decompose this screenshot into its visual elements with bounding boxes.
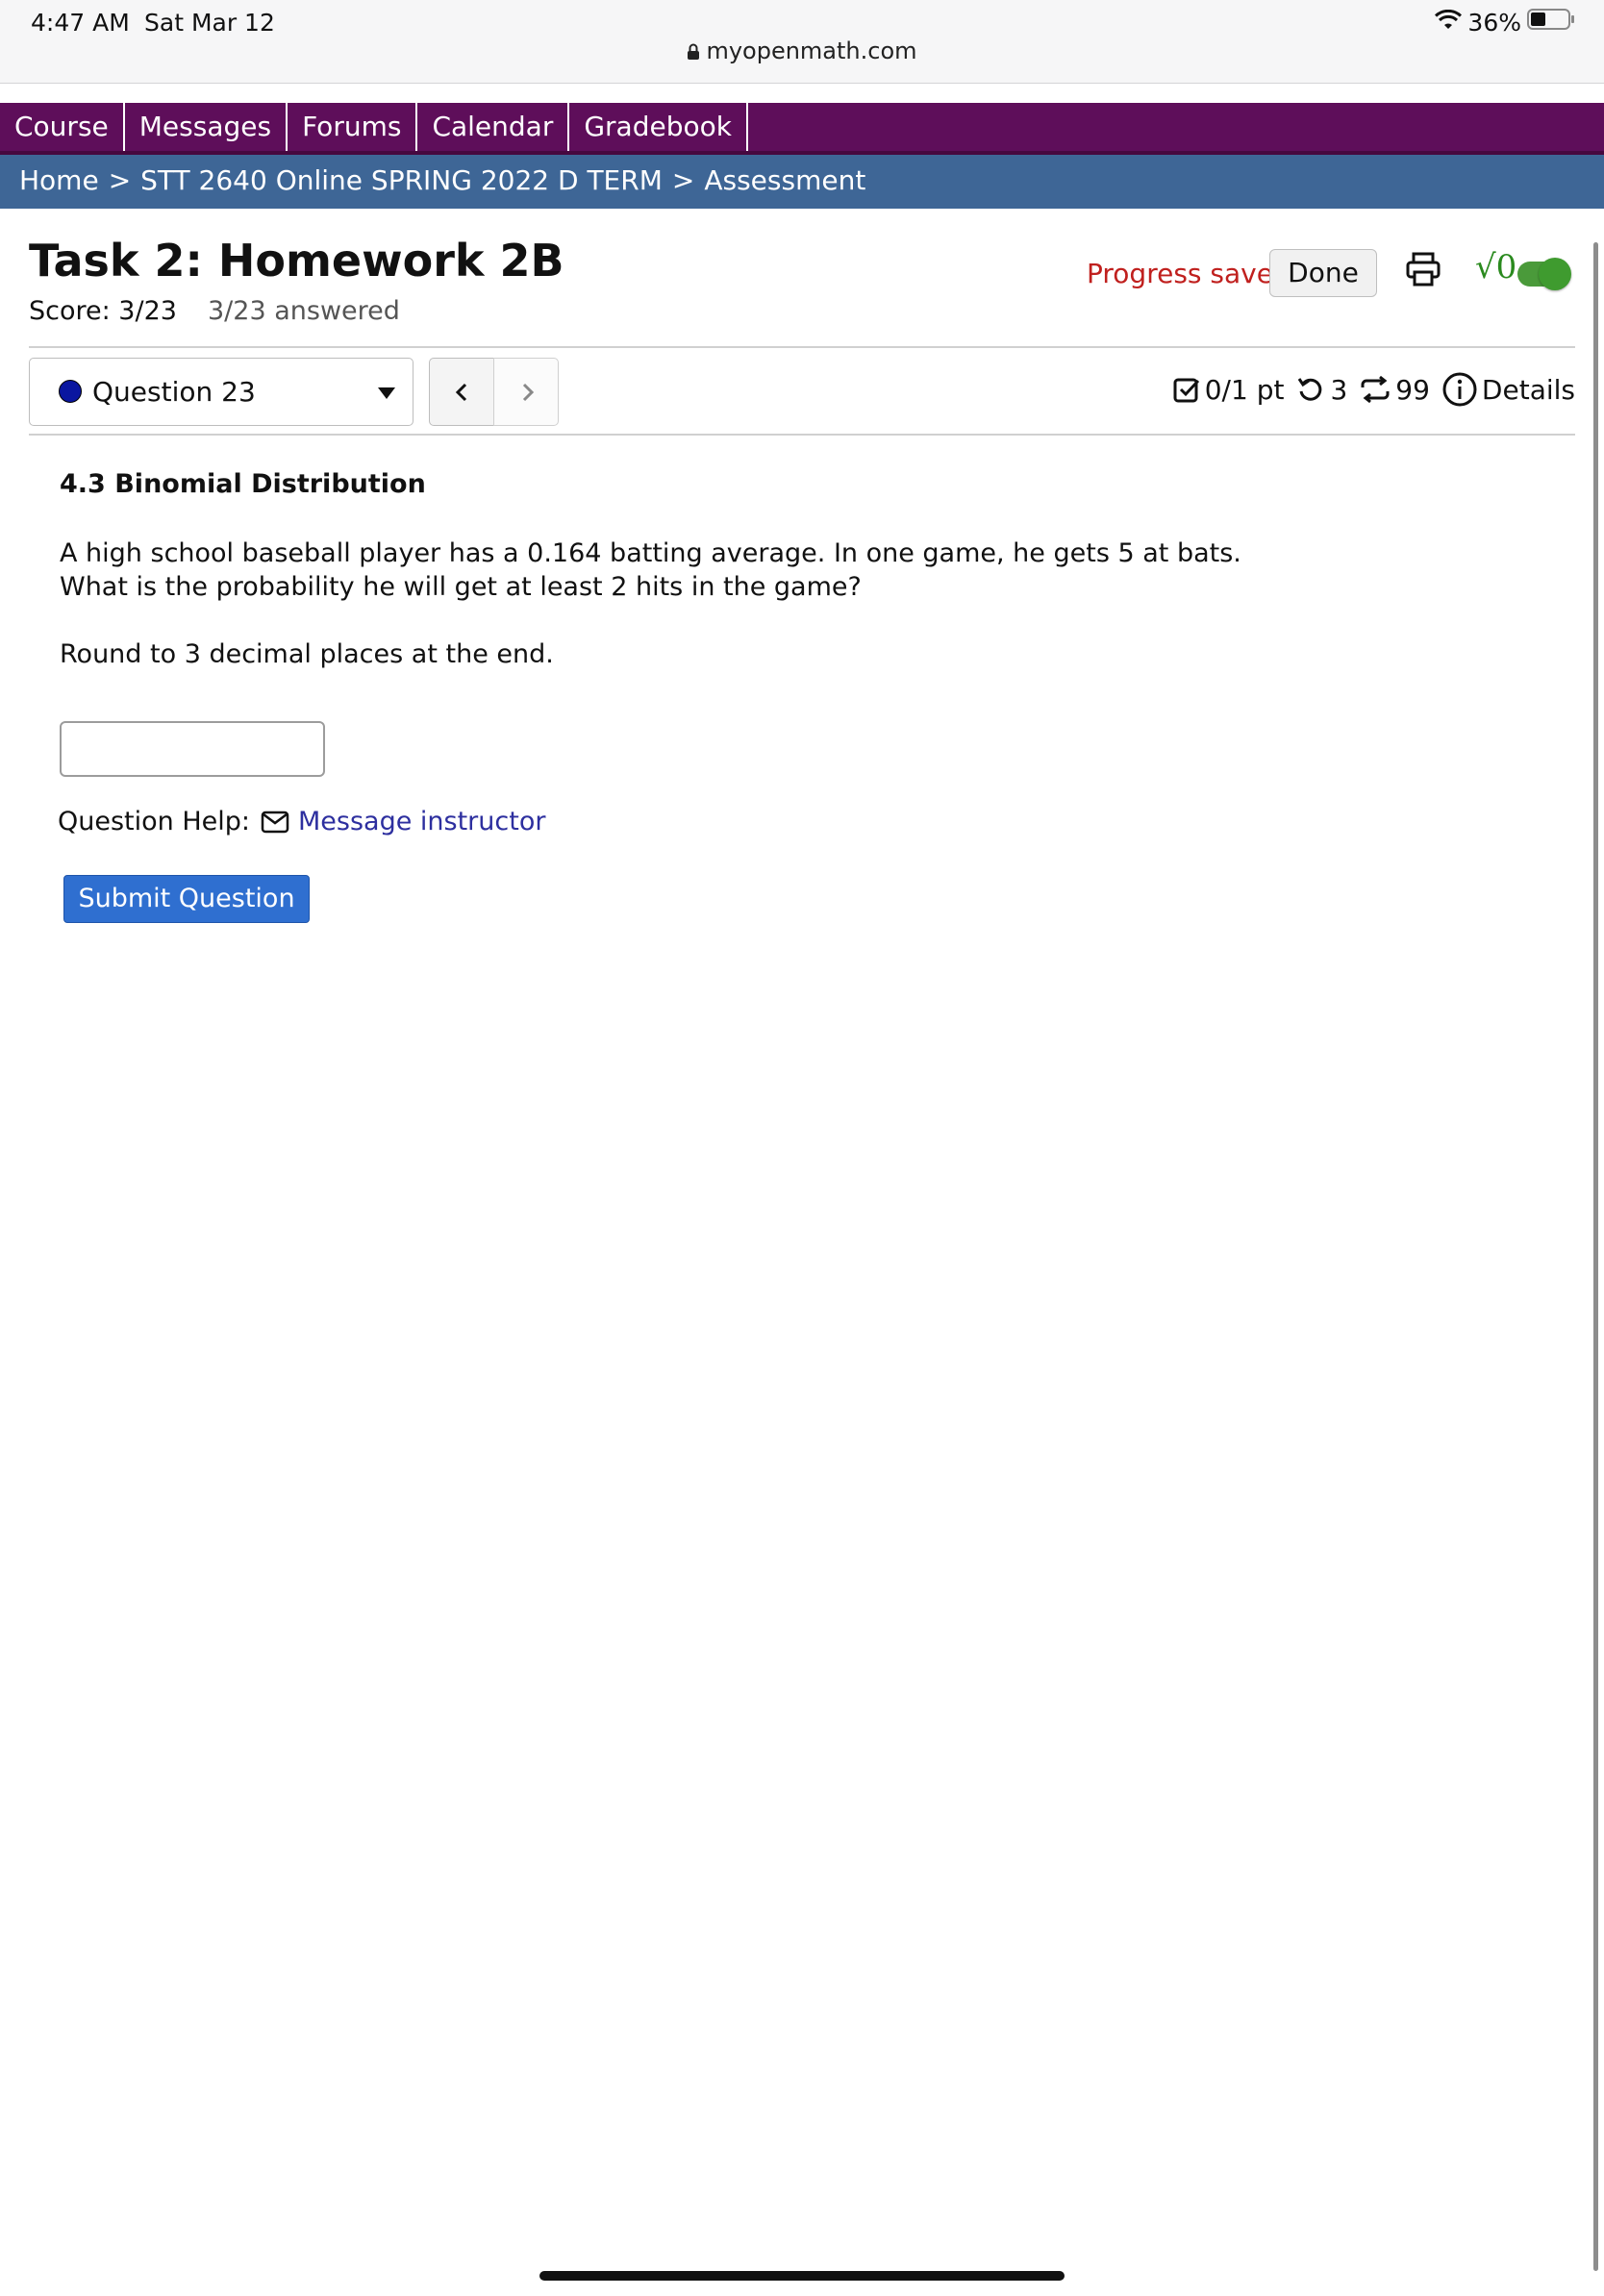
previous-question-button[interactable] [429, 358, 494, 426]
nav-calendar[interactable]: Calendar [417, 103, 570, 151]
points-info: 0/1 pt [1172, 373, 1285, 406]
points-text: 0/1 pt [1204, 373, 1285, 406]
chevron-left-icon [455, 383, 467, 402]
retry-icon [1298, 378, 1322, 401]
question-heading: 4.3 Binomial Distribution [60, 469, 426, 499]
scrollbar[interactable] [1593, 242, 1598, 2271]
wifi-icon [1435, 9, 1463, 37]
regens-count: 99 [1395, 373, 1430, 406]
score-text: Score: 3/23 [29, 296, 177, 326]
url-text: myopenmath.com [706, 37, 917, 64]
answered-count: 3/23 answered [208, 296, 400, 326]
status-time: 4:47 AM [31, 9, 130, 37]
breadcrumb: Home > STT 2640 Online SPRING 2022 D TERM >… [0, 155, 1604, 209]
lock-icon [687, 39, 700, 66]
question-select-dropdown[interactable]: Question 23 [29, 358, 414, 426]
question-text: A high school baseball player has a 0.16… [60, 538, 1241, 602]
question-status-dot-icon [59, 380, 82, 403]
question-help-label: Question Help: [58, 807, 250, 836]
next-question-button[interactable] [493, 358, 559, 426]
page-title: Task 2: Homework 2B [29, 235, 564, 287]
retries-count: 3 [1330, 373, 1348, 406]
battery-icon [1527, 8, 1575, 37]
submit-question-button[interactable]: Submit Question [63, 875, 310, 923]
progress-saved-status: Progress saved [1087, 258, 1291, 289]
top-nav: Course Messages Forums Calendar Gradeboo… [0, 103, 1604, 155]
checkbox-icon [1173, 378, 1199, 403]
question-instruction: Round to 3 decimal places at the end. [60, 639, 554, 669]
question-select-label: Question 23 [92, 376, 256, 408]
chevron-right-icon [522, 383, 535, 402]
message-instructor-link[interactable]: Message instructor [298, 807, 545, 836]
question-nav-divider [29, 434, 1575, 436]
breadcrumb-separator: > [108, 164, 132, 196]
mail-icon [261, 811, 289, 837]
breadcrumb-separator: > [671, 164, 695, 196]
url-bar[interactable]: myopenmath.com [0, 37, 1604, 66]
print-icon[interactable] [1404, 250, 1442, 292]
info-icon [1442, 372, 1477, 407]
nav-forums[interactable]: Forums [288, 103, 418, 151]
home-indicator[interactable] [539, 2271, 1065, 2281]
chevron-down-icon [378, 387, 395, 399]
nav-messages[interactable]: Messages [125, 103, 288, 151]
nav-course[interactable]: Course [0, 103, 125, 151]
question-meta: 0/1 pt 3 99 Details [1161, 371, 1575, 408]
status-right: 36% [1435, 8, 1575, 37]
status-bar: 4:47 AM Sat Mar 12 36% myopenmath.com [0, 0, 1604, 84]
breadcrumb-home[interactable]: Home [19, 164, 99, 196]
details-label: Details [1481, 373, 1575, 406]
math-entry-toggle[interactable] [1517, 258, 1571, 290]
breadcrumb-current: Assessment [704, 164, 866, 196]
details-button[interactable]: Details [1441, 371, 1575, 408]
answer-input[interactable] [60, 721, 325, 777]
math-entry-icon: √0 [1475, 248, 1517, 287]
done-button[interactable]: Done [1269, 249, 1377, 297]
status-date: Sat Mar 12 [144, 9, 275, 37]
regenerate-icon [1361, 375, 1390, 404]
nav-gradebook[interactable]: Gradebook [569, 103, 748, 151]
header-divider [29, 346, 1575, 348]
retries-info: 3 [1295, 374, 1347, 406]
breadcrumb-course[interactable]: STT 2640 Online SPRING 2022 D TERM [140, 164, 663, 196]
regens-info: 99 [1359, 374, 1430, 406]
battery-percent: 36% [1467, 8, 1521, 37]
